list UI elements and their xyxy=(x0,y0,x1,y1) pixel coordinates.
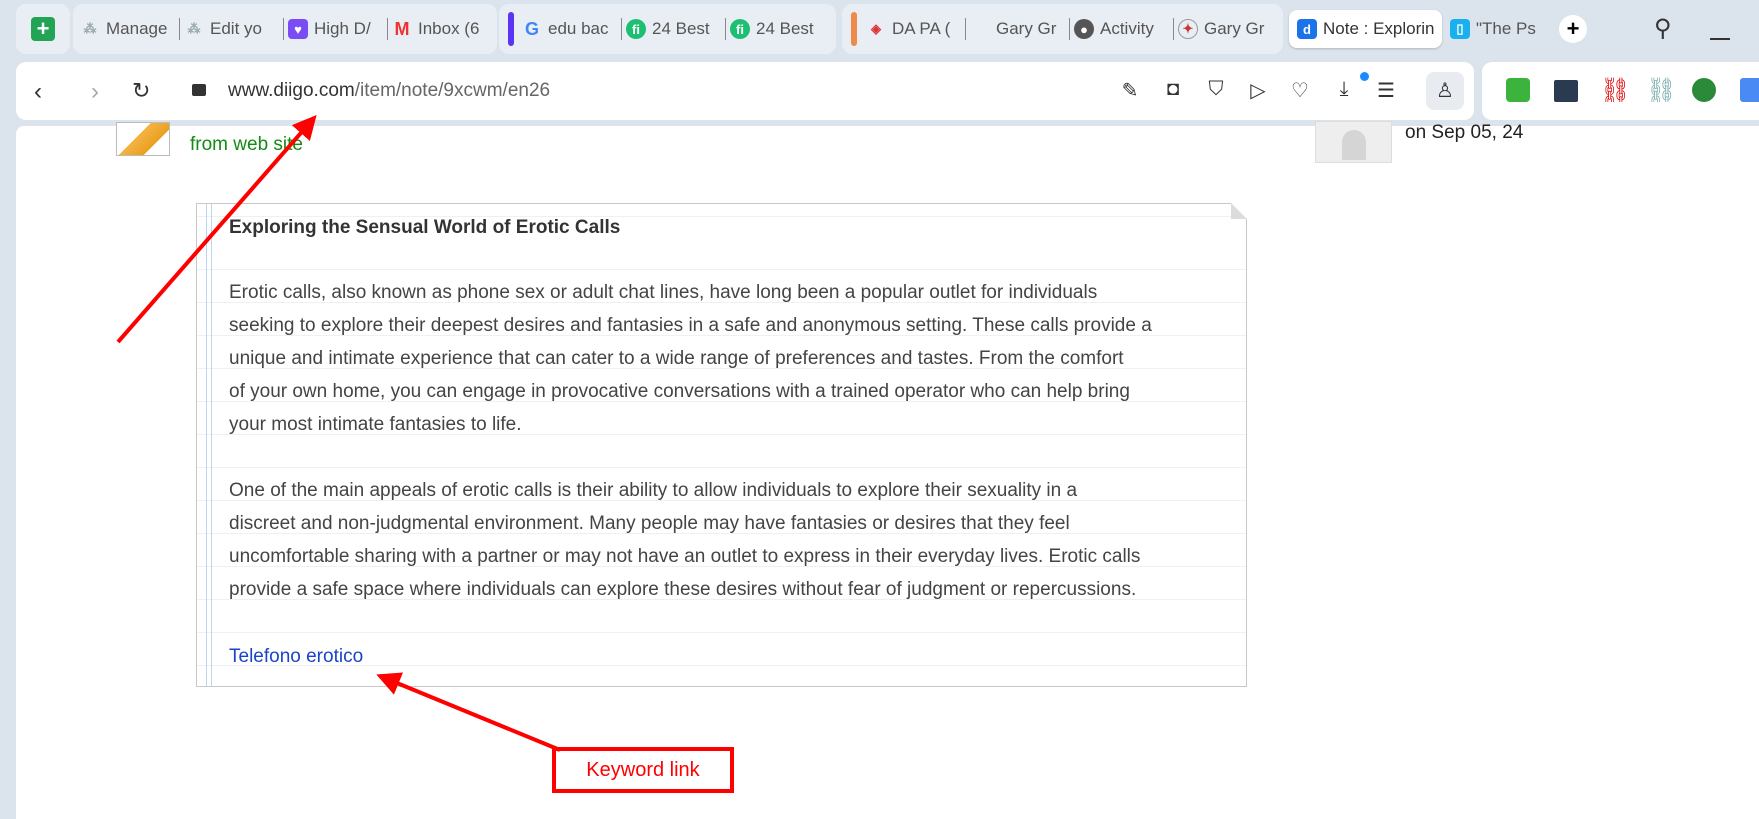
diigo-icon: d xyxy=(1297,19,1317,39)
tab-note-active[interactable]: d Note : Explorin xyxy=(1289,10,1442,48)
network-icon: ⁂ xyxy=(83,21,97,36)
folder-extension-icon[interactable] xyxy=(1554,80,1578,102)
note-box: Exploring the Sensual World of Erotic Ca… xyxy=(196,203,1247,687)
tab-the-ps[interactable]: ▯ "The Ps xyxy=(1450,12,1550,46)
search-tabs-icon[interactable]: ⚲ xyxy=(1654,14,1672,43)
download-badge xyxy=(1360,72,1369,81)
note-line: provide a safe space where individuals c… xyxy=(229,579,1137,600)
link-extension-icon[interactable]: ⛓ xyxy=(1600,76,1630,105)
address-bar: ‹ › ↻ www.diigo.com/item/note/9xcwm/en26… xyxy=(16,62,1474,120)
heart-icon[interactable]: ♡ xyxy=(1286,78,1314,103)
network-icon: ⁂ xyxy=(187,21,201,36)
tab-inbox[interactable]: M Inbox (6 xyxy=(392,12,492,46)
keyword-link-annotation: Keyword link xyxy=(552,747,734,793)
fiverr-icon: fi xyxy=(730,19,750,39)
reload-icon[interactable]: ↻ xyxy=(132,78,150,104)
note-line: Erotic calls, also known as phone sex or… xyxy=(229,282,1098,303)
tab-gary-1[interactable]: Gary Gr xyxy=(970,12,1070,46)
download-manager-icon[interactable] xyxy=(1692,78,1716,102)
minimize-button[interactable] xyxy=(1710,38,1730,40)
group-color-marker xyxy=(851,12,857,46)
new-tab-button[interactable]: + xyxy=(1559,15,1587,43)
fiverr-icon: fi xyxy=(626,19,646,39)
download-icon[interactable]: ⤓ xyxy=(1330,78,1358,101)
sheets-icon: + xyxy=(31,17,55,41)
send-icon[interactable]: ▷ xyxy=(1244,78,1272,103)
note-line: unique and intimate experience that can … xyxy=(229,348,1124,369)
shield-icon[interactable]: ⛉ xyxy=(1202,78,1230,101)
google-icon: G xyxy=(524,18,539,39)
seal-icon: ✦ xyxy=(1178,19,1198,39)
note-line: seeking to explore their deepest desires… xyxy=(229,315,1152,336)
tab-manage[interactable]: ⁂ Manage xyxy=(80,12,180,46)
tab-activity[interactable]: ● Activity xyxy=(1074,12,1174,46)
tab-24-best-1[interactable]: fi 24 Best xyxy=(626,12,726,46)
page-fold xyxy=(1231,203,1247,219)
translate-extension-icon[interactable] xyxy=(1740,78,1759,102)
edit-note-icon[interactable]: ✎ xyxy=(1116,78,1144,103)
group-color-marker xyxy=(508,12,514,46)
tab-24-best-2[interactable]: fi 24 Best xyxy=(730,12,830,46)
saved-date: on Sep 05, 24 xyxy=(1405,122,1524,143)
gmail-icon: M xyxy=(394,18,410,39)
tab-high-da[interactable]: ♥ High D/ xyxy=(288,12,388,46)
extensions-bar: ⛓ ⛓ xyxy=(1482,62,1759,120)
url-input[interactable]: www.diigo.com/item/note/9xcwm/en26 xyxy=(228,80,550,102)
tab-da-pa[interactable]: ◈ DA PA ( xyxy=(866,12,966,46)
heart-chat-icon: ♥ xyxy=(288,19,308,39)
tab-bar: + ⁂ Manage ⁂ Edit yo ♥ High D/ M Inbox (6 Ge… xyxy=(0,0,1759,58)
chain-extension-icon[interactable]: ⛓ xyxy=(1646,76,1676,105)
source-link[interactable]: from web site xyxy=(190,134,303,156)
user-avatar[interactable] xyxy=(1315,121,1392,163)
note-line: your most intimate fantasies to life. xyxy=(229,414,522,435)
tab-edu[interactable]: Gedu bac xyxy=(522,12,622,46)
forward-icon[interactable]: › xyxy=(91,78,99,106)
tab-gary-2[interactable]: ✦ Gary Gr xyxy=(1178,12,1278,46)
note-line: uncomfortable sharing with a partner or … xyxy=(229,546,1141,567)
profile-icon[interactable]: ♙ xyxy=(1426,72,1464,110)
note-line: One of the main appeals of erotic calls … xyxy=(229,480,1078,501)
robot-extension-icon[interactable] xyxy=(1506,78,1530,102)
page-icon: ▯ xyxy=(1450,19,1470,39)
tab-edit[interactable]: ⁂ Edit yo xyxy=(184,12,284,46)
settings-sliders-icon[interactable]: ☰ xyxy=(1372,78,1400,103)
diamond-icon: ◈ xyxy=(871,21,881,36)
note-line: discreet and non-judgmental environment.… xyxy=(229,513,1070,534)
note-line: of your own home, you can engage in prov… xyxy=(229,381,1130,402)
back-icon[interactable]: ‹ xyxy=(34,78,42,106)
globe-icon: ● xyxy=(1074,19,1094,39)
keyword-link[interactable]: Telefono erotico xyxy=(229,646,363,668)
note-title: Exploring the Sensual World of Erotic Ca… xyxy=(229,217,621,238)
pencil-note-icon xyxy=(116,122,170,156)
camera-icon[interactable]: ◘ xyxy=(1159,78,1187,101)
lock-icon[interactable] xyxy=(192,84,206,96)
tab-grid-button[interactable]: + xyxy=(16,4,70,54)
